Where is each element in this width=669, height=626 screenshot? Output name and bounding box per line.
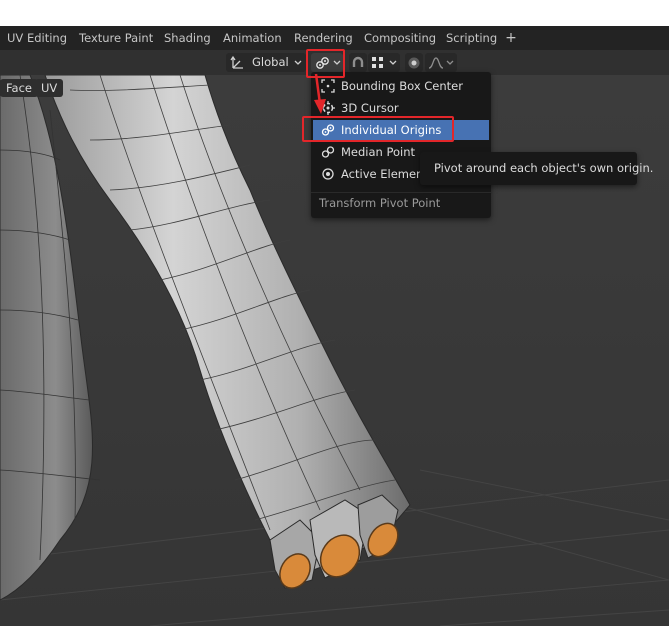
snap-target-dropdown[interactable] bbox=[368, 53, 400, 72]
workspace-tab-bar: UV Editing Texture Paint Shading Animati… bbox=[0, 26, 669, 50]
menu-item-label: Active Element bbox=[341, 167, 428, 181]
tab-rendering[interactable]: Rendering bbox=[287, 29, 360, 48]
active-element-icon bbox=[322, 168, 334, 180]
chevron-down-icon bbox=[389, 60, 397, 65]
tooltip: Pivot around each object's own origin. bbox=[420, 152, 653, 185]
tab-animation[interactable]: Animation bbox=[216, 29, 289, 48]
median-point-icon bbox=[321, 146, 335, 158]
tab-shading[interactable]: Shading bbox=[157, 29, 218, 48]
falloff-curve-icon bbox=[428, 57, 444, 69]
chevron-down-icon bbox=[446, 60, 454, 65]
menu-item-3d-cursor[interactable]: 3D Cursor bbox=[313, 98, 489, 118]
uv-menu-button[interactable]: UV bbox=[35, 79, 64, 97]
face-select-button[interactable]: Face bbox=[0, 79, 39, 97]
snap-grid-icon bbox=[372, 57, 383, 68]
proportional-editing-toggle[interactable] bbox=[405, 53, 423, 72]
menu-divider bbox=[311, 192, 491, 193]
menu-item-bounding-box-center[interactable]: Bounding Box Center bbox=[313, 76, 489, 96]
arrow-icon bbox=[314, 73, 326, 114]
magnet-icon bbox=[352, 56, 364, 67]
proportional-edit-icon bbox=[408, 57, 420, 69]
snap-toggle[interactable] bbox=[349, 53, 367, 72]
tab-scripting[interactable]: Scripting bbox=[439, 29, 504, 48]
transform-orientation-dropdown[interactable]: Global bbox=[226, 53, 306, 72]
menu-item-label: Bounding Box Center bbox=[341, 79, 463, 93]
menu-item-label: 3D Cursor bbox=[341, 101, 399, 115]
tab-compositing[interactable]: Compositing bbox=[357, 29, 443, 48]
orientation-axis-icon bbox=[230, 55, 243, 69]
pivot-point-menu: Bounding Box Center 3D Cursor Individual… bbox=[311, 72, 491, 218]
menu-title: Transform Pivot Point bbox=[319, 196, 441, 210]
chevron-down-icon bbox=[294, 60, 302, 65]
menu-item-label: Median Point bbox=[341, 145, 416, 159]
add-workspace-button[interactable]: + bbox=[502, 29, 520, 48]
falloff-dropdown[interactable] bbox=[425, 53, 457, 72]
orientation-label: Global bbox=[252, 55, 289, 69]
tab-texture-paint[interactable]: Texture Paint bbox=[72, 29, 160, 48]
tab-uv-editing[interactable]: UV Editing bbox=[0, 29, 74, 48]
